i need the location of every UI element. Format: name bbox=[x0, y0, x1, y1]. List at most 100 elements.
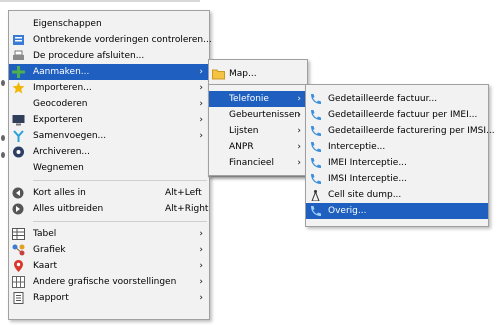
menu-item-label: Geocoderen bbox=[33, 99, 88, 109]
menu-item-kaart[interactable]: Kaart › bbox=[9, 258, 209, 274]
menu-item-imsi-interceptie[interactable]: IMSI Interceptie... bbox=[306, 171, 488, 187]
phone-icon bbox=[311, 110, 321, 120]
menu-item-label: Gebeurtenissen bbox=[229, 110, 301, 120]
menu-item-archiveren[interactable]: Archiveren... bbox=[9, 144, 209, 160]
main-context-menu: Eigenschappen Ontbrekende vorderingen co… bbox=[8, 10, 212, 320]
menu-item-label: Map... bbox=[229, 69, 257, 79]
menu-item-label: Telefonie bbox=[229, 94, 269, 104]
phone-icon bbox=[311, 94, 321, 104]
menu-item-label: Exporteren bbox=[33, 115, 83, 125]
merge-icon bbox=[13, 130, 24, 142]
background-dot bbox=[1, 135, 5, 141]
menu-item-label: Importeren... bbox=[33, 83, 92, 93]
menu-item-alles-uitbreiden[interactable]: Alles uitbreiden Alt+Right bbox=[9, 201, 209, 217]
menu-item-samenvoegen[interactable]: Samenvoegen... › bbox=[9, 128, 209, 144]
expand-icon bbox=[12, 203, 24, 215]
menu-item-importeren[interactable]: Importeren... › bbox=[9, 80, 209, 96]
menu-item-label: Samenvoegen... bbox=[33, 131, 107, 141]
phone-icon bbox=[311, 206, 321, 216]
menu-item-gedetailleerde-factuur[interactable]: Gedetailleerde factuur... bbox=[306, 91, 488, 107]
submenu-arrow-icon: › bbox=[199, 229, 203, 239]
menu-item-label: Aanmaken... bbox=[33, 67, 90, 77]
menu-item-tabel[interactable]: Tabel › bbox=[9, 226, 209, 242]
menu-item-procedure-afsluiten[interactable]: De procedure afsluiten... bbox=[9, 48, 209, 64]
menu-item-andere-grafische-voorstellingen[interactable]: Andere grafische voorstellingen › bbox=[9, 274, 209, 290]
menu-item-map[interactable]: Map... bbox=[209, 66, 307, 82]
submenu-arrow-icon: › bbox=[199, 245, 203, 255]
submenu-arrow-icon: › bbox=[297, 110, 301, 120]
phone-icon bbox=[311, 142, 321, 152]
archive-icon bbox=[13, 146, 24, 158]
menu-item-financieel[interactable]: Financieel › bbox=[209, 155, 307, 171]
menu-item-cell-site-dump[interactable]: Cell site dump... bbox=[306, 187, 488, 203]
collapse-icon bbox=[12, 187, 24, 199]
submenu-arrow-icon: › bbox=[297, 94, 301, 104]
menu-item-label: IMEI Interceptie... bbox=[328, 158, 407, 168]
menu-item-label: Gedetailleerde factuur per IMEI... bbox=[328, 110, 478, 120]
menu-item-overig[interactable]: Overig... bbox=[306, 203, 488, 219]
phone-icon bbox=[311, 158, 321, 168]
check-list-icon bbox=[13, 35, 24, 45]
report-icon bbox=[13, 292, 24, 304]
menu-item-shortcut: Alt+Right bbox=[165, 204, 209, 214]
background-dot bbox=[1, 80, 5, 86]
menu-item-label: De procedure afsluiten... bbox=[33, 51, 145, 61]
telefonie-submenu: Gedetailleerde factuur... Gedetailleerde… bbox=[305, 84, 495, 227]
menu-item-label: Lijsten bbox=[229, 126, 259, 136]
submenu-arrow-icon: › bbox=[199, 131, 203, 141]
menu-item-exporteren[interactable]: Exporteren › bbox=[9, 112, 209, 128]
menu-item-label: Gedetailleerde factuur... bbox=[328, 94, 438, 104]
background-dot bbox=[1, 152, 5, 158]
graph-icon bbox=[12, 244, 25, 256]
menu-item-label: Grafiek bbox=[33, 245, 66, 255]
menu-item-imei-interceptie[interactable]: IMEI Interceptie... bbox=[306, 155, 488, 171]
menu-item-label: Gedetailleerde facturering per IMSI... bbox=[328, 126, 495, 136]
submenu-arrow-icon: › bbox=[199, 67, 203, 77]
plus-icon bbox=[12, 66, 25, 78]
submenu-arrow-icon: › bbox=[199, 277, 203, 287]
menu-item-label: Kort alles in bbox=[33, 188, 86, 198]
menu-item-grafiek[interactable]: Grafiek › bbox=[9, 242, 209, 258]
printer-icon bbox=[13, 50, 24, 60]
menu-item-geocoderen[interactable]: Geocoderen › bbox=[9, 96, 209, 112]
menu-separator bbox=[33, 180, 207, 181]
menu-item-ontbrekende-vorderingen[interactable]: Ontbrekende vorderingen controleren... bbox=[9, 32, 212, 48]
table-icon bbox=[12, 228, 25, 240]
menu-item-label: Kaart bbox=[33, 261, 58, 271]
menu-item-label: Ontbrekende vorderingen controleren... bbox=[33, 35, 212, 45]
menu-item-label: Andere grafische voorstellingen bbox=[33, 277, 177, 287]
monitor-icon bbox=[12, 115, 25, 126]
menu-item-aanmaken[interactable]: Aanmaken... › bbox=[9, 64, 209, 80]
menu-item-label: Rapport bbox=[33, 293, 69, 303]
submenu-arrow-icon: › bbox=[297, 142, 301, 152]
submenu-arrow-icon: › bbox=[199, 115, 203, 125]
menu-item-interceptie[interactable]: Interceptie... bbox=[306, 139, 488, 155]
submenu-arrow-icon: › bbox=[199, 293, 203, 303]
menu-item-label: IMSI Interceptie... bbox=[328, 174, 407, 184]
menu-item-label: Interceptie... bbox=[328, 142, 386, 152]
phone-icon bbox=[311, 126, 321, 136]
background-strip bbox=[0, 0, 200, 2]
menu-item-kort-alles-in[interactable]: Kort alles in Alt+Left bbox=[9, 185, 209, 201]
menu-item-facturering-per-imsi[interactable]: Gedetailleerde facturering per IMSI... bbox=[306, 123, 495, 139]
folder-icon bbox=[212, 69, 225, 80]
menu-item-label: Financieel bbox=[229, 158, 274, 168]
menu-item-label: ANPR bbox=[229, 142, 254, 152]
submenu-arrow-icon: › bbox=[297, 126, 301, 136]
menu-item-gebeurtenissen[interactable]: Gebeurtenissen › bbox=[209, 107, 307, 123]
menu-item-shortcut: Alt+Left bbox=[165, 188, 202, 198]
menu-item-label: Archiveren... bbox=[33, 147, 91, 157]
submenu-arrow-icon: › bbox=[199, 261, 203, 271]
antenna-icon bbox=[311, 190, 320, 201]
grid-icon bbox=[12, 276, 25, 288]
menu-item-wegnemen[interactable]: Wegnemen bbox=[9, 160, 209, 176]
menu-item-label: Tabel bbox=[33, 229, 57, 239]
submenu-arrow-icon: › bbox=[297, 158, 301, 168]
menu-item-eigenschappen[interactable]: Eigenschappen bbox=[9, 16, 209, 32]
menu-item-rapport[interactable]: Rapport › bbox=[9, 290, 209, 306]
menu-item-factuur-per-imei[interactable]: Gedetailleerde factuur per IMEI... bbox=[306, 107, 488, 123]
menu-item-lijsten[interactable]: Lijsten › bbox=[209, 123, 307, 139]
menu-item-telefonie[interactable]: Telefonie › bbox=[209, 91, 307, 107]
menu-item-anpr[interactable]: ANPR › bbox=[209, 139, 307, 155]
menu-separator bbox=[33, 221, 207, 222]
